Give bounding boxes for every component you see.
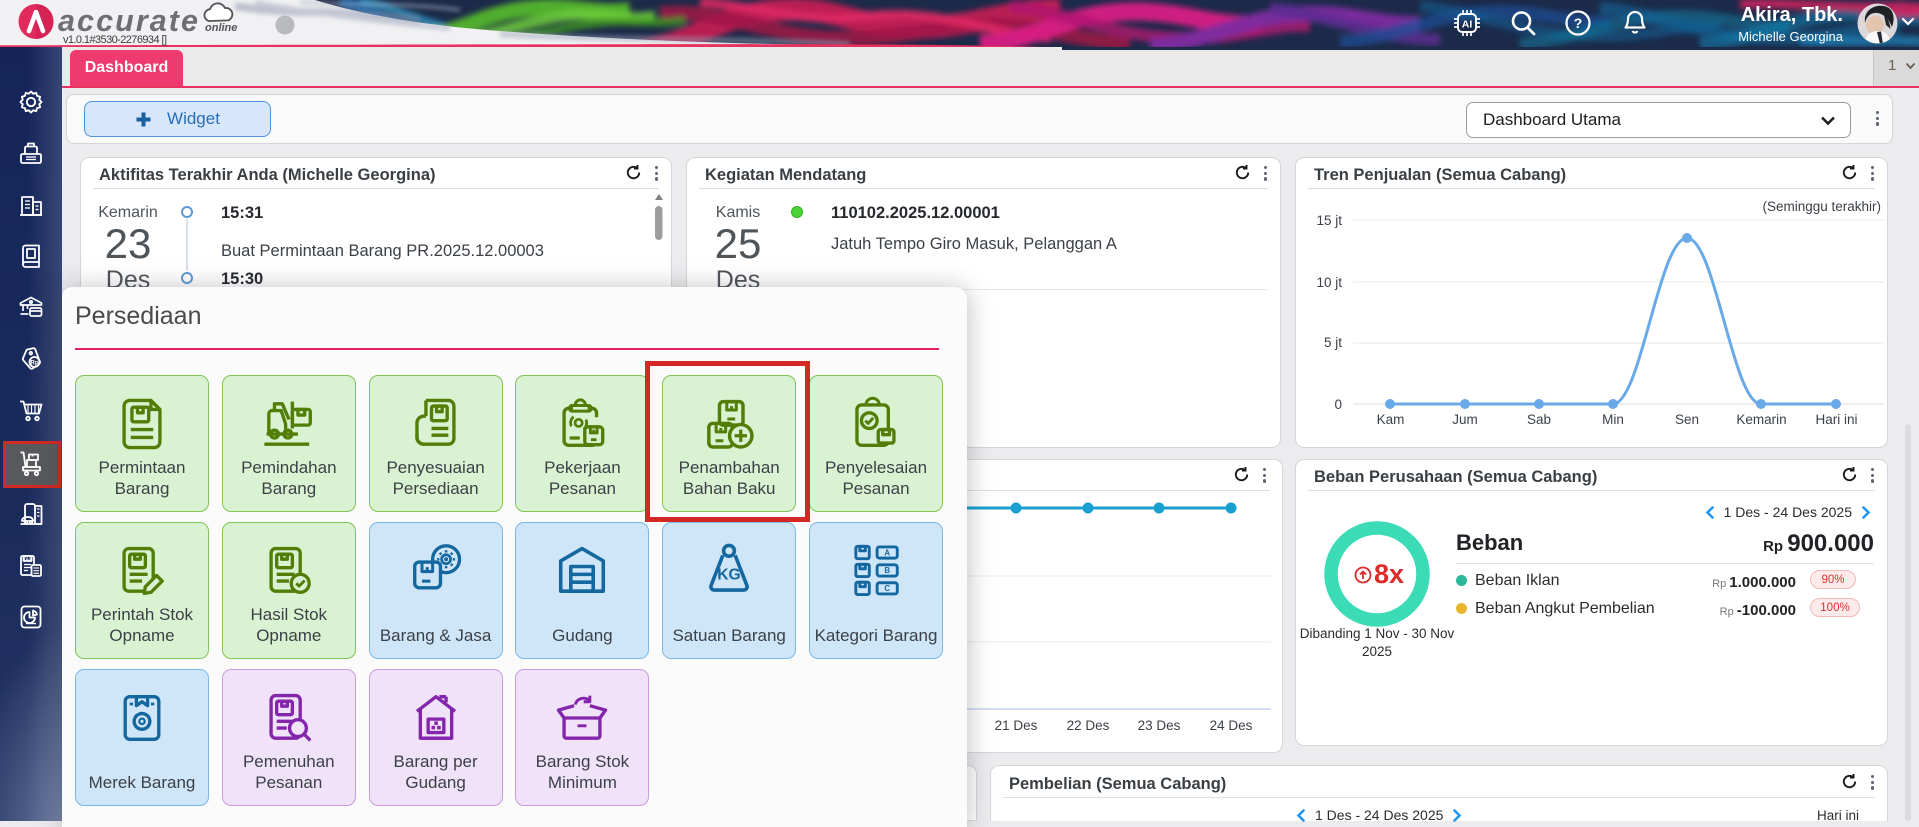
svg-text:AI: AI	[1462, 19, 1473, 31]
svg-text:8x: 8x	[1374, 559, 1404, 589]
svg-text:Rp: Rp	[30, 359, 38, 366]
svg-text:A: A	[884, 548, 890, 557]
svg-text:15 jt: 15 jt	[1316, 213, 1342, 228]
svg-text:v1.0.1#3530-2276934 []: v1.0.1#3530-2276934 []	[63, 34, 167, 46]
svg-text:22 Des: 22 Des	[1067, 718, 1110, 733]
svg-text:?: ?	[1574, 15, 1583, 31]
svg-text:23 Des: 23 Des	[1138, 718, 1181, 733]
svg-text:C: C	[884, 584, 890, 593]
svg-text:21 Des: 21 Des	[995, 718, 1038, 733]
svg-text:5 jt: 5 jt	[1324, 335, 1342, 350]
svg-text:10 jt: 10 jt	[1316, 275, 1342, 290]
svg-text:(Seminggu terakhir): (Seminggu terakhir)	[1762, 199, 1881, 214]
svg-text:B: B	[884, 566, 890, 575]
svg-text:TAX: TAX	[23, 556, 33, 561]
svg-text:24 Des: 24 Des	[1210, 718, 1253, 733]
svg-text:0: 0	[1334, 397, 1342, 412]
svg-text:KG: KG	[717, 566, 741, 583]
svg-text:online: online	[205, 22, 237, 34]
svg-text:accurate: accurate	[58, 4, 198, 38]
